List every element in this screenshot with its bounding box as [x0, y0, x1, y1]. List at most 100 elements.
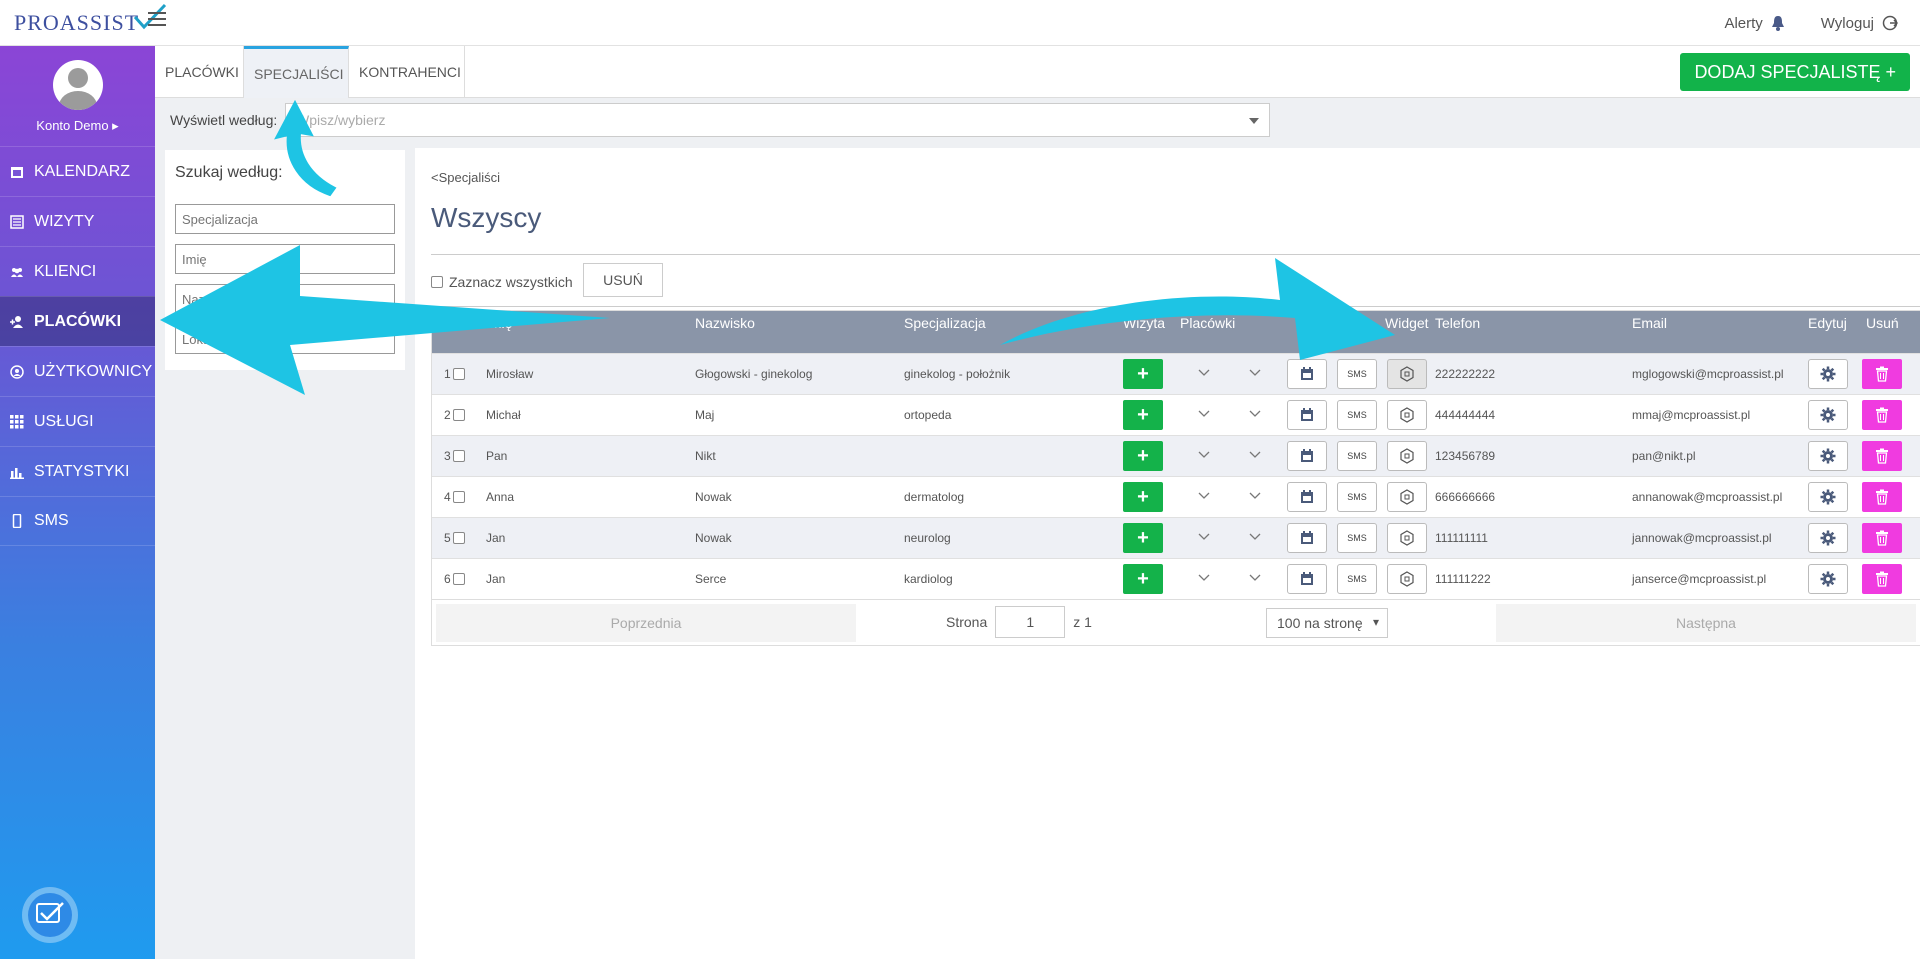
- sms-button[interactable]: SMS: [1337, 359, 1377, 389]
- sidebar-item-facilities[interactable]: PLACÓWKI: [0, 296, 155, 346]
- calendar-icon: [11, 166, 23, 178]
- add-specialist-button[interactable]: DODAJ SPECJALISTĘ +: [1680, 53, 1910, 91]
- profile-name[interactable]: Konto Demo ▸: [0, 118, 155, 134]
- main-content: <Specjaliści Wszyscy Zaznacz wszystkich …: [415, 148, 1920, 959]
- add-visit-button[interactable]: +: [1123, 359, 1163, 389]
- chevron-down-icon[interactable]: [1248, 445, 1262, 468]
- header-last-name[interactable]: Nazwisko: [695, 315, 755, 331]
- header-email[interactable]: Email: [1632, 315, 1667, 331]
- delete-row-button[interactable]: [1862, 482, 1902, 512]
- widget-button[interactable]: [1387, 441, 1427, 471]
- edit-button[interactable]: [1808, 359, 1848, 389]
- calendar-button[interactable]: [1287, 441, 1327, 471]
- add-visit-button[interactable]: +: [1123, 564, 1163, 594]
- row-checkbox[interactable]: [452, 573, 465, 585]
- calendar-icon: [1301, 531, 1313, 544]
- chevron-down-icon[interactable]: [1197, 527, 1211, 550]
- header-specialization[interactable]: Specjalizacja: [904, 315, 986, 331]
- chevron-down-icon[interactable]: [1248, 527, 1262, 550]
- chevron-down-icon[interactable]: [1248, 568, 1262, 591]
- edit-button[interactable]: [1808, 441, 1848, 471]
- row-checkbox[interactable]: [452, 409, 465, 421]
- tab-specialists[interactable]: SPECJALIŚCI: [244, 46, 349, 98]
- row-checkbox[interactable]: [452, 491, 465, 503]
- edit-button[interactable]: [1808, 400, 1848, 430]
- sidebar-item-users[interactable]: UŻYTKOWNICY: [0, 346, 155, 396]
- calendar-button[interactable]: [1287, 359, 1327, 389]
- sidebar-item-services[interactable]: USŁUGI: [0, 396, 155, 446]
- next-page-button[interactable]: Następna: [1496, 604, 1916, 642]
- calendar-button[interactable]: [1287, 400, 1327, 430]
- search-location-input[interactable]: [175, 324, 395, 354]
- calendar-button[interactable]: [1287, 564, 1327, 594]
- tab-contractors[interactable]: KONTRAHENCI: [349, 46, 465, 98]
- edit-button[interactable]: [1808, 564, 1848, 594]
- sidebar-item-label: PLACÓWKI: [34, 312, 122, 330]
- menu-toggle-icon[interactable]: [148, 12, 166, 26]
- chevron-down-icon[interactable]: [1197, 363, 1211, 386]
- sidebar-item-statistics[interactable]: STATYSTYKI: [0, 446, 155, 496]
- delete-row-button[interactable]: [1862, 359, 1902, 389]
- delete-row-button[interactable]: [1862, 523, 1902, 553]
- header-phone[interactable]: Telefon: [1435, 315, 1480, 331]
- chevron-down-icon[interactable]: [1197, 445, 1211, 468]
- cell-phone: 111111222: [1435, 572, 1491, 586]
- add-visit-button[interactable]: +: [1123, 441, 1163, 471]
- avatar[interactable]: [52, 60, 103, 110]
- table-row: 4 Anna Nowak dermatolog + SMS 666666666 annanow…: [432, 476, 1920, 517]
- breadcrumb[interactable]: <Specjaliści: [431, 170, 500, 185]
- search-first-name-input[interactable]: [175, 244, 395, 274]
- widget-button[interactable]: [1387, 482, 1427, 512]
- pagination: Poprzednia Strona z 1 100 na stronę ▾ Na…: [432, 599, 1920, 645]
- delete-row-button[interactable]: [1862, 400, 1902, 430]
- widget-button[interactable]: [1387, 400, 1427, 430]
- sms-button[interactable]: SMS: [1337, 441, 1377, 471]
- widget-button[interactable]: [1387, 564, 1427, 594]
- help-chat-button[interactable]: [22, 887, 78, 943]
- add-visit-button[interactable]: +: [1123, 482, 1163, 512]
- logo[interactable]: PROASSIST: [14, 3, 167, 40]
- delete-selected-button[interactable]: USUŃ: [583, 263, 663, 297]
- select-all-checkbox[interactable]: [431, 276, 443, 288]
- calendar-button[interactable]: [1287, 523, 1327, 553]
- cell-phone: 123456789: [1435, 449, 1496, 463]
- add-visit-button[interactable]: +: [1123, 400, 1163, 430]
- page-number-input[interactable]: [995, 606, 1066, 638]
- delete-row-button[interactable]: [1862, 441, 1902, 471]
- edit-button[interactable]: [1808, 482, 1848, 512]
- sidebar-item-visits[interactable]: WIZYTY: [0, 196, 155, 246]
- calendar-button[interactable]: [1287, 482, 1327, 512]
- header-first-name[interactable]: Imię: [486, 315, 512, 331]
- previous-page-button[interactable]: Poprzednia: [436, 604, 856, 642]
- chevron-down-icon[interactable]: [1248, 486, 1262, 509]
- sidebar-item-sms[interactable]: SMS: [0, 496, 155, 546]
- sms-button[interactable]: SMS: [1337, 482, 1377, 512]
- chevron-down-icon[interactable]: [1197, 404, 1211, 427]
- widget-button[interactable]: [1387, 359, 1427, 389]
- cell-phone: 111111111: [1435, 531, 1488, 545]
- select-all[interactable]: Zaznacz wszystkich: [431, 274, 573, 290]
- add-visit-button[interactable]: +: [1123, 523, 1163, 553]
- chevron-down-icon[interactable]: [1197, 568, 1211, 591]
- delete-row-button[interactable]: [1862, 564, 1902, 594]
- sms-button[interactable]: SMS: [1337, 564, 1377, 594]
- widget-button[interactable]: [1387, 523, 1427, 553]
- logout-button[interactable]: Wyloguj: [1821, 15, 1898, 32]
- row-checkbox[interactable]: [452, 532, 465, 544]
- chevron-down-icon[interactable]: [1248, 363, 1262, 386]
- sidebar-item-clients[interactable]: KLIENCI: [0, 246, 155, 296]
- sidebar-item-calendar[interactable]: KALENDARZ: [0, 146, 155, 196]
- alerts-button[interactable]: Alerty: [1724, 15, 1784, 32]
- row-checkbox[interactable]: [452, 450, 465, 462]
- row-checkbox[interactable]: [452, 368, 465, 380]
- edit-button[interactable]: [1808, 523, 1848, 553]
- sms-button[interactable]: SMS: [1337, 400, 1377, 430]
- tab-facilities[interactable]: PLACÓWKI: [155, 46, 244, 98]
- search-last-name-input[interactable]: [175, 284, 395, 314]
- per-page-select[interactable]: 100 na stronę ▾: [1266, 608, 1388, 638]
- sms-button[interactable]: SMS: [1337, 523, 1377, 553]
- chevron-down-icon[interactable]: [1248, 404, 1262, 427]
- filter-select[interactable]: Wpisz/wybierz: [285, 103, 1270, 137]
- chevron-down-icon[interactable]: [1197, 486, 1211, 509]
- search-specialization-input[interactable]: [175, 204, 395, 234]
